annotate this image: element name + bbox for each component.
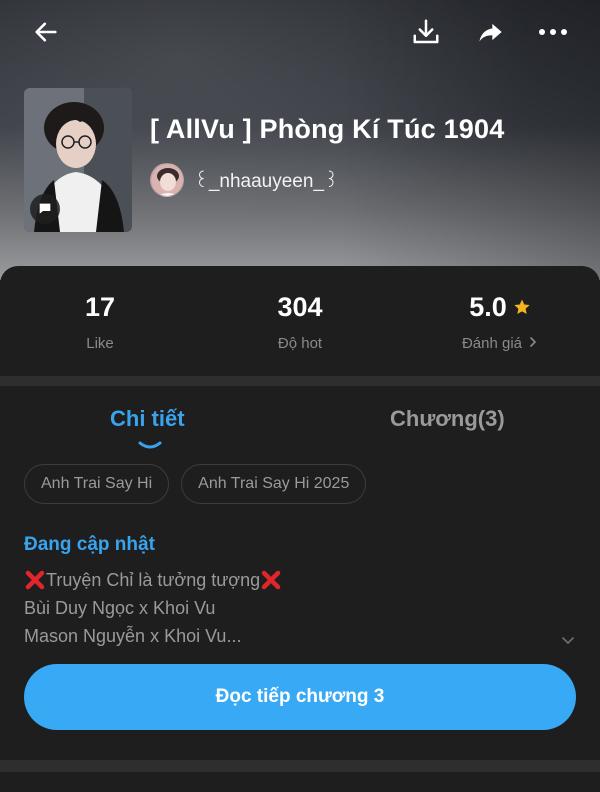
story-header: [ AllVu ] Phòng Kí Túc 1904 ꒰_nhaauyeen_… xyxy=(0,0,600,280)
active-tab-indicator xyxy=(137,438,163,449)
story-cover-image[interactable] xyxy=(24,88,132,232)
tag-chip[interactable]: Anh Trai Say Hi 2025 xyxy=(181,464,367,504)
stats-row: 17 Like 304 Độ hot 5.0 Đánh giá xyxy=(0,266,600,376)
share-icon[interactable] xyxy=(472,14,508,50)
tag-chip[interactable]: Anh Trai Say Hi xyxy=(24,464,170,504)
more-horizontal-icon[interactable] xyxy=(535,14,571,50)
description-line: Mason Nguyễn x Khoi Vu... xyxy=(24,626,242,646)
stat-hot: 304 Độ hot xyxy=(200,292,400,353)
likes-count: 17 xyxy=(84,292,116,322)
rating-value-row: 5.0 xyxy=(469,292,531,323)
chevron-down-icon[interactable] xyxy=(558,630,578,650)
cross-mark-icon xyxy=(24,569,46,591)
section-divider xyxy=(0,376,600,386)
rating-label-row: Đánh giá xyxy=(462,335,538,352)
chevron-right-icon xyxy=(528,335,538,352)
rating-label: Đánh giá xyxy=(461,335,523,352)
story-info-panel: 17 Like 304 Độ hot 5.0 Đánh giá Chi tiết… xyxy=(0,266,600,792)
star-icon xyxy=(513,292,531,323)
description-line: Truyện Chỉ là tưởng tượng xyxy=(24,566,544,594)
continue-reading-button[interactable]: Đọc tiếp chương 3 xyxy=(24,664,576,730)
top-bar xyxy=(0,0,600,64)
stat-likes: 17 Like xyxy=(0,292,200,353)
author-row[interactable]: ꒰_nhaauyeen_꒱ xyxy=(150,163,339,197)
description-line: Bùi Duy Ngọc x Khoi Vu xyxy=(24,598,216,618)
tab-bar: Chi tiết Chương(3) xyxy=(0,396,600,452)
hot-label: Độ hot xyxy=(277,335,323,352)
tag-list: Anh Trai Say Hi Anh Trai Say Hi 2025 xyxy=(24,464,367,504)
chat-bubble-icon xyxy=(30,194,60,224)
tab-detail[interactable]: Chi tiết xyxy=(110,406,185,432)
likes-label: Like xyxy=(86,335,114,352)
description-text: Truyện Chỉ là tưởng tượng xyxy=(46,570,261,590)
story-title: [ AllVu ] Phòng Kí Túc 1904 xyxy=(150,114,505,144)
author-avatar[interactable] xyxy=(150,163,184,197)
author-name[interactable]: ꒰_nhaauyeen_꒱ xyxy=(194,167,339,193)
arrow-left-icon[interactable] xyxy=(28,14,64,50)
stat-rating[interactable]: 5.0 Đánh giá xyxy=(400,292,600,353)
hot-count: 304 xyxy=(277,292,323,322)
section-divider xyxy=(0,760,600,772)
rating-value: 5.0 xyxy=(469,292,507,322)
story-description[interactable]: Truyện Chỉ là tưởng tượng Bùi Duy Ngọc x… xyxy=(24,566,544,650)
download-icon[interactable] xyxy=(408,14,444,50)
update-status: Đang cập nhật xyxy=(24,534,155,555)
cross-mark-icon xyxy=(260,569,282,591)
tab-chapters[interactable]: Chương(3) xyxy=(390,406,505,432)
